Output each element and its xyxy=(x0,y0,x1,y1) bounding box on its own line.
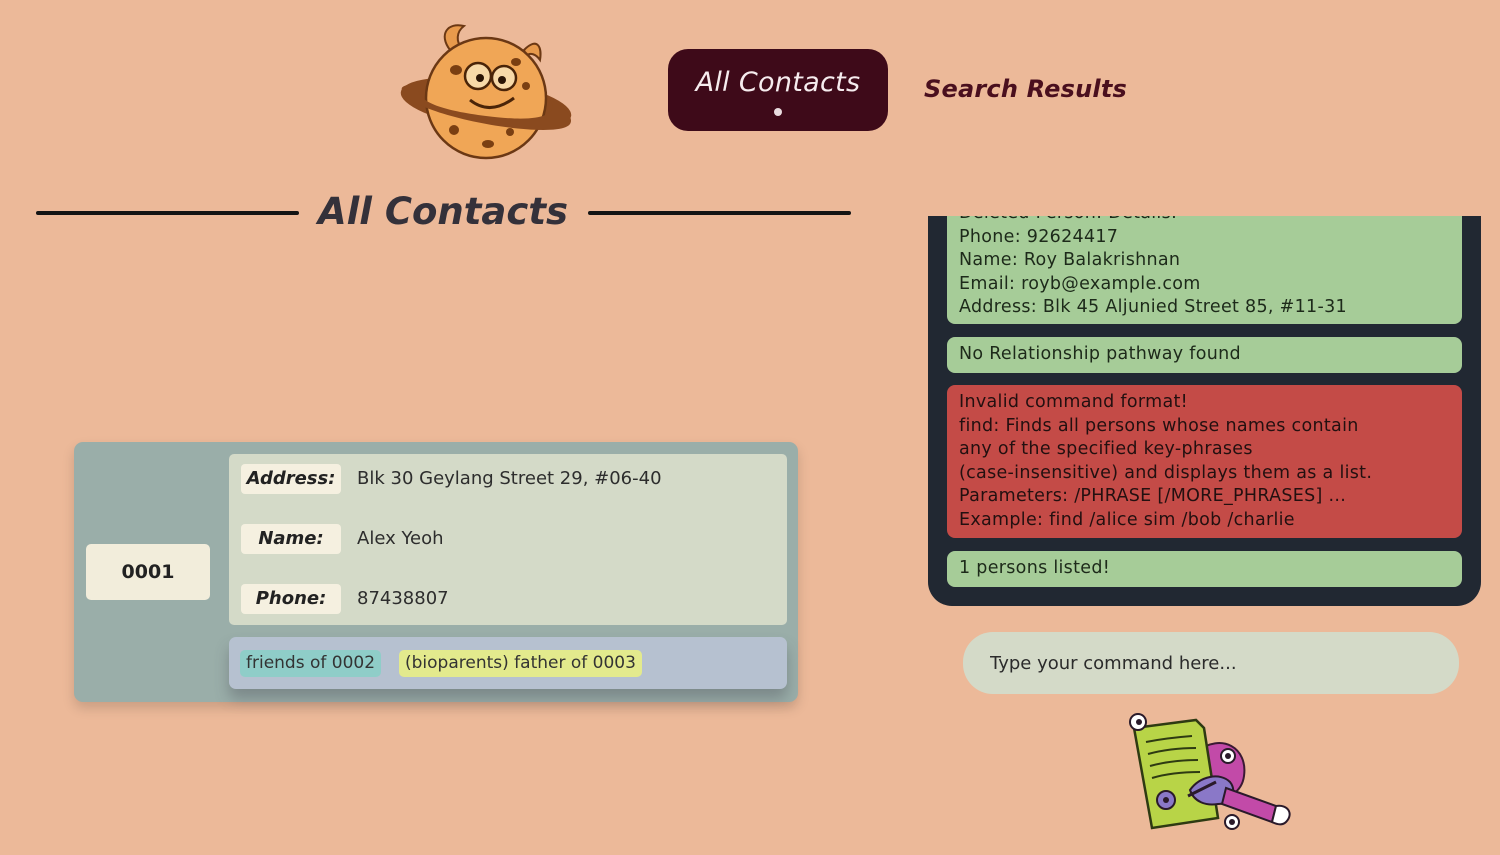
result-line: Phone: 92624417 xyxy=(959,226,1119,247)
contact-details: Address: Blk 30 Geylang Street 29, #06-4… xyxy=(229,454,787,625)
address-value: Blk 30 Geylang Street 29, #06-40 xyxy=(357,468,662,489)
contact-id: 0001 xyxy=(86,544,210,600)
command-result-panel[interactable]: Deleted Person: Details: Phone: 92624417… xyxy=(928,216,1481,606)
result-line: Address: Blk 45 Aljunied Street 85, #11-… xyxy=(959,297,1347,317)
result-line: Example: find /alice sim /bob /charlie xyxy=(959,509,1295,530)
name-value: Alex Yeoh xyxy=(357,528,444,549)
heading-divider-left xyxy=(36,211,299,215)
result-message-deleted: Deleted Person: Details: Phone: 92624417… xyxy=(947,216,1462,324)
relation-tag: (bioparents) father of 0003 xyxy=(399,650,642,677)
result-message-listed: 1 persons listed! xyxy=(947,551,1462,587)
tab-all-contacts[interactable]: All Contacts xyxy=(668,49,888,131)
relationship-tags: friends of 0002 (bioparents) father of 0… xyxy=(229,637,787,689)
contact-card[interactable]: 0001 Address: Blk 30 Geylang Street 29, … xyxy=(74,442,798,702)
result-line: Invalid command format! xyxy=(959,392,1188,412)
relation-tag: friends of 0002 xyxy=(240,650,382,677)
result-line: Name: Roy Balakrishnan xyxy=(959,250,1181,270)
result-line: 1 persons listed! xyxy=(959,558,1111,578)
result-line: find: Finds all persons whose names cont… xyxy=(959,415,1359,436)
result-line: (case-insensitive) and displays them as … xyxy=(959,462,1373,483)
result-message-error: Invalid command format! find: Finds all … xyxy=(947,385,1462,538)
page-title: All Contacts xyxy=(317,190,569,233)
phone-label: Phone: xyxy=(241,584,341,614)
monster-writing-document-mascot-icon xyxy=(1129,713,1291,830)
result-line: Deleted Person: Details: xyxy=(959,216,1450,226)
result-line: Parameters: /PHRASE [/MORE_PHRASES] ... xyxy=(959,486,1347,506)
address-label: Address: xyxy=(241,464,341,494)
active-tab-indicator xyxy=(774,108,782,116)
result-line: Email: royb@example.com xyxy=(959,273,1201,294)
phone-value: 87438807 xyxy=(357,588,449,609)
tab-all-contacts-label: All Contacts xyxy=(695,67,861,98)
heading-divider-right xyxy=(588,211,851,215)
tab-search-results[interactable]: Search Results xyxy=(924,75,1127,103)
command-input[interactable] xyxy=(963,632,1459,694)
name-label: Name: xyxy=(241,524,341,554)
result-message-no-pathway: No Relationship pathway found xyxy=(947,337,1462,373)
monster-cookie-planet-logo-icon xyxy=(400,24,572,160)
result-line: any of the specified key-phrases xyxy=(959,439,1253,459)
result-line: No Relationship pathway found xyxy=(959,344,1241,364)
